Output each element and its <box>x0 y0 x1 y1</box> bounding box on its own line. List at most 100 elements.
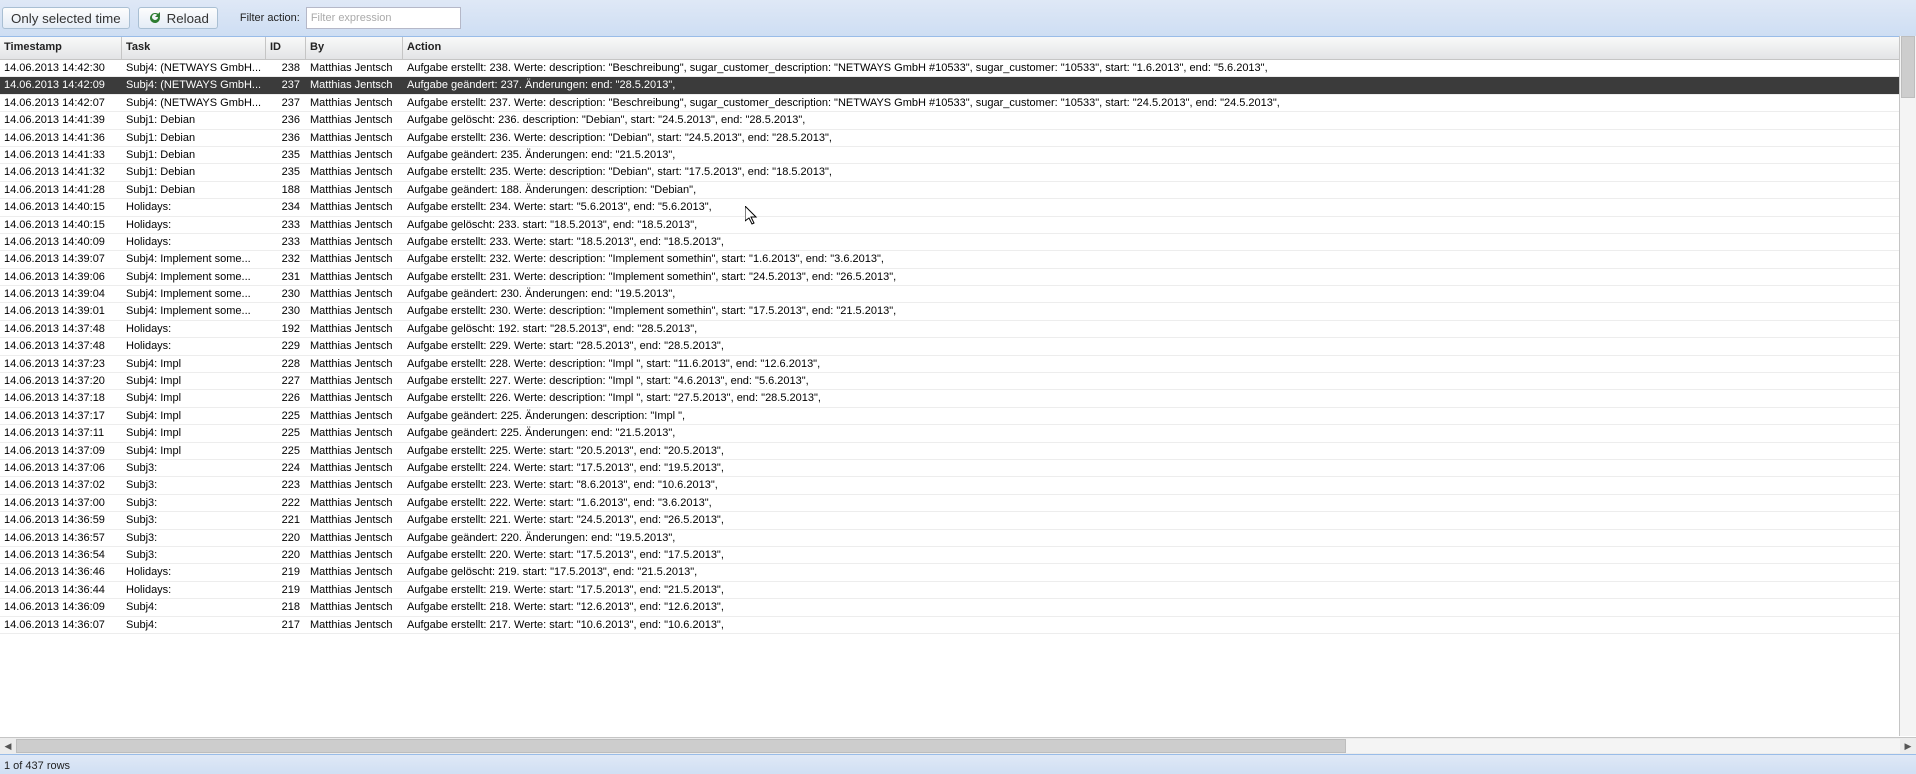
cell-timestamp: 14.06.2013 14:37:00 <box>0 495 122 511</box>
table-row[interactable]: 14.06.2013 14:37:09Subj4: Impl225Matthia… <box>0 443 1916 460</box>
cell-timestamp: 14.06.2013 14:41:33 <box>0 147 122 163</box>
cell-task: Subj3: <box>122 547 266 563</box>
scroll-thumb[interactable] <box>16 739 1346 753</box>
cell-task: Subj4: (NETWAYS GmbH... <box>122 95 266 111</box>
table-row[interactable]: 14.06.2013 14:39:07Subj4: Implement some… <box>0 251 1916 268</box>
cell-action: Aufgabe erstellt: 222. Werte: start: "1.… <box>403 495 1916 511</box>
cell-action: Aufgabe erstellt: 226. Werte: descriptio… <box>403 390 1916 406</box>
cell-id: 238 <box>266 60 306 76</box>
column-header-action[interactable]: Action <box>403 37 1916 59</box>
cell-by: Matthias Jentsch <box>306 147 403 163</box>
table-row[interactable]: 14.06.2013 14:42:09Subj4: (NETWAYS GmbH.… <box>0 77 1916 94</box>
table-row[interactable]: 14.06.2013 14:36:44Holidays:219Matthias … <box>0 582 1916 599</box>
table-row[interactable]: 14.06.2013 14:36:46Holidays:219Matthias … <box>0 564 1916 581</box>
cell-action: Aufgabe erstellt: 231. Werte: descriptio… <box>403 269 1916 285</box>
cell-id: 220 <box>266 530 306 546</box>
cell-by: Matthias Jentsch <box>306 617 403 633</box>
scroll-left-icon[interactable]: ◀ <box>0 738 16 754</box>
cell-task: Subj3: <box>122 512 266 528</box>
cell-action: Aufgabe erstellt: 220. Werte: start: "17… <box>403 547 1916 563</box>
table-row[interactable]: 14.06.2013 14:37:18Subj4: Impl226Matthia… <box>0 390 1916 407</box>
cell-by: Matthias Jentsch <box>306 182 403 198</box>
cell-timestamp: 14.06.2013 14:37:20 <box>0 373 122 389</box>
vertical-scrollbar[interactable] <box>1899 36 1916 736</box>
scroll-track[interactable] <box>16 739 1900 753</box>
table-row[interactable]: 14.06.2013 14:37:17Subj4: Impl225Matthia… <box>0 408 1916 425</box>
table-row[interactable]: 14.06.2013 14:41:39Subj1: Debian236Matth… <box>0 112 1916 129</box>
cell-by: Matthias Jentsch <box>306 582 403 598</box>
cell-task: Holidays: <box>122 234 266 250</box>
cell-timestamp: 14.06.2013 14:36:59 <box>0 512 122 528</box>
reload-button[interactable]: Reload <box>138 7 218 29</box>
table-row[interactable]: 14.06.2013 14:39:01Subj4: Implement some… <box>0 303 1916 320</box>
cell-by: Matthias Jentsch <box>306 408 403 424</box>
cell-id: 224 <box>266 460 306 476</box>
cell-task: Subj4: Impl <box>122 443 266 459</box>
table-row[interactable]: 14.06.2013 14:36:07Subj4:217Matthias Jen… <box>0 617 1916 634</box>
cell-timestamp: 14.06.2013 14:37:48 <box>0 321 122 337</box>
column-header-task[interactable]: Task <box>122 37 266 59</box>
table-row[interactable]: 14.06.2013 14:39:06Subj4: Implement some… <box>0 269 1916 286</box>
table-row[interactable]: 14.06.2013 14:37:48Holidays:192Matthias … <box>0 321 1916 338</box>
table-row[interactable]: 14.06.2013 14:39:04Subj4: Implement some… <box>0 286 1916 303</box>
cell-timestamp: 14.06.2013 14:37:18 <box>0 390 122 406</box>
cell-action: Aufgabe erstellt: 217. Werte: start: "10… <box>403 617 1916 633</box>
table-row[interactable]: 14.06.2013 14:37:11Subj4: Impl225Matthia… <box>0 425 1916 442</box>
table-row[interactable]: 14.06.2013 14:42:07Subj4: (NETWAYS GmbH.… <box>0 95 1916 112</box>
table-row[interactable]: 14.06.2013 14:42:30Subj4: (NETWAYS GmbH.… <box>0 60 1916 77</box>
scroll-right-icon[interactable]: ▶ <box>1900 738 1916 754</box>
column-header-by[interactable]: By <box>306 37 403 59</box>
cell-timestamp: 14.06.2013 14:37:06 <box>0 460 122 476</box>
cell-id: 235 <box>266 147 306 163</box>
cell-id: 222 <box>266 495 306 511</box>
grid-body[interactable]: 14.06.2013 14:42:30Subj4: (NETWAYS GmbH.… <box>0 60 1916 737</box>
cell-id: 228 <box>266 356 306 372</box>
table-row[interactable]: 14.06.2013 14:40:15Holidays:233Matthias … <box>0 217 1916 234</box>
table-row[interactable]: 14.06.2013 14:37:20Subj4: Impl227Matthia… <box>0 373 1916 390</box>
table-row[interactable]: 14.06.2013 14:37:23Subj4: Impl228Matthia… <box>0 356 1916 373</box>
horizontal-scrollbar[interactable]: ◀ ▶ <box>0 737 1916 754</box>
cell-by: Matthias Jentsch <box>306 199 403 215</box>
cell-action: Aufgabe geändert: 188. Änderungen: descr… <box>403 182 1916 198</box>
table-row[interactable]: 14.06.2013 14:36:54Subj3:220Matthias Jen… <box>0 547 1916 564</box>
cell-id: 233 <box>266 234 306 250</box>
cell-by: Matthias Jentsch <box>306 60 403 76</box>
filter-input[interactable] <box>306 7 461 29</box>
cell-action: Aufgabe geändert: 225. Änderungen: descr… <box>403 408 1916 424</box>
cell-task: Subj4: <box>122 617 266 633</box>
cell-by: Matthias Jentsch <box>306 95 403 111</box>
cell-task: Subj4: Impl <box>122 373 266 389</box>
cell-action: Aufgabe erstellt: 223. Werte: start: "8.… <box>403 477 1916 493</box>
table-row[interactable]: 14.06.2013 14:41:28Subj1: Debian188Matth… <box>0 182 1916 199</box>
table-row[interactable]: 14.06.2013 14:36:57Subj3:220Matthias Jen… <box>0 530 1916 547</box>
only-selected-time-button[interactable]: Only selected time <box>2 7 130 29</box>
cell-timestamp: 14.06.2013 14:37:17 <box>0 408 122 424</box>
table-row[interactable]: 14.06.2013 14:37:00Subj3:222Matthias Jen… <box>0 495 1916 512</box>
table-row[interactable]: 14.06.2013 14:37:02Subj3:223Matthias Jen… <box>0 477 1916 494</box>
cell-timestamp: 14.06.2013 14:39:04 <box>0 286 122 302</box>
vscroll-thumb[interactable] <box>1901 36 1915 98</box>
cell-action: Aufgabe erstellt: 232. Werte: descriptio… <box>403 251 1916 267</box>
cell-timestamp: 14.06.2013 14:42:07 <box>0 95 122 111</box>
cell-by: Matthias Jentsch <box>306 164 403 180</box>
cell-id: 227 <box>266 373 306 389</box>
cell-id: 217 <box>266 617 306 633</box>
table-row[interactable]: 14.06.2013 14:40:09Holidays:233Matthias … <box>0 234 1916 251</box>
table-row[interactable]: 14.06.2013 14:41:33Subj1: Debian235Matth… <box>0 147 1916 164</box>
table-row[interactable]: 14.06.2013 14:41:32Subj1: Debian235Matth… <box>0 164 1916 181</box>
table-row[interactable]: 14.06.2013 14:37:48Holidays:229Matthias … <box>0 338 1916 355</box>
cell-id: 219 <box>266 582 306 598</box>
table-row[interactable]: 14.06.2013 14:37:06Subj3:224Matthias Jen… <box>0 460 1916 477</box>
table-row[interactable]: 14.06.2013 14:36:59Subj3:221Matthias Jen… <box>0 512 1916 529</box>
table-row[interactable]: 14.06.2013 14:36:09Subj4:218Matthias Jen… <box>0 599 1916 616</box>
column-header-timestamp[interactable]: Timestamp <box>0 37 122 59</box>
cell-task: Subj4: Implement some... <box>122 303 266 319</box>
cell-id: 231 <box>266 269 306 285</box>
cell-by: Matthias Jentsch <box>306 77 403 93</box>
column-header-id[interactable]: ID <box>266 37 306 59</box>
table-row[interactable]: 14.06.2013 14:41:36Subj1: Debian236Matth… <box>0 130 1916 147</box>
cell-action: Aufgabe erstellt: 236. Werte: descriptio… <box>403 130 1916 146</box>
cell-by: Matthias Jentsch <box>306 130 403 146</box>
table-row[interactable]: 14.06.2013 14:40:15Holidays:234Matthias … <box>0 199 1916 216</box>
cell-by: Matthias Jentsch <box>306 599 403 615</box>
